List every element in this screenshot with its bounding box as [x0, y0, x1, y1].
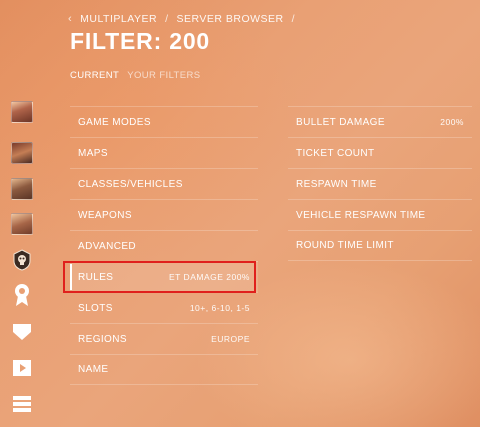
breadcrumb-multiplayer[interactable]: MULTIPLAYER [80, 13, 157, 25]
play-icon[interactable] [10, 356, 33, 379]
chevron-left-icon[interactable]: ‹ [68, 13, 72, 25]
soldier-avatar-2[interactable] [10, 141, 33, 164]
row-label: VEHICLE RESPAWN TIME [296, 209, 426, 221]
tab-current[interactable]: CURRENT [70, 70, 119, 81]
shield-icon[interactable] [10, 320, 33, 343]
breadcrumb-separator: / [165, 13, 169, 25]
rules-detail-list: BULLET DAMAGE 200% TICKET COUNT RESPAWN … [288, 106, 472, 261]
filter-row-rules[interactable]: RULES ET DAMAGE 200% [70, 261, 258, 292]
page-title: FILTER: 200 [70, 28, 211, 54]
filter-tabs: CURRENT YOUR FILTERS [70, 70, 201, 81]
soldier-avatar-3[interactable] [10, 177, 33, 200]
row-label: GAME MODES [78, 116, 151, 128]
row-label: WEAPONS [78, 209, 132, 221]
row-label: CLASSES/VEHICLES [78, 178, 183, 190]
avatar [10, 141, 33, 164]
filter-row-maps[interactable]: MAPS [70, 137, 258, 168]
tab-your-filters[interactable]: YOUR FILTERS [127, 70, 200, 81]
list-icon[interactable] [10, 392, 33, 415]
row-label: TICKET COUNT [296, 147, 375, 159]
filter-row-advanced[interactable]: ADVANCED [70, 230, 258, 261]
rule-row-vehicle-respawn-time[interactable]: VEHICLE RESPAWN TIME [288, 199, 472, 230]
avatar [10, 100, 33, 123]
row-value: 200% [440, 117, 464, 127]
row-label: NAME [78, 364, 109, 375]
breadcrumb: ‹ MULTIPLAYER / SERVER BROWSER / [68, 12, 295, 26]
soldier-avatar-1[interactable] [10, 100, 33, 123]
breadcrumb-server-browser[interactable]: SERVER BROWSER [176, 13, 283, 25]
skull-emblem-icon[interactable] [10, 248, 33, 271]
rule-row-bullet-damage[interactable]: BULLET DAMAGE 200% [288, 106, 472, 137]
row-label: BULLET DAMAGE [296, 116, 385, 128]
filter-row-name[interactable]: NAME [70, 354, 258, 385]
filter-row-game-modes[interactable]: GAME MODES [70, 106, 258, 137]
row-label: ADVANCED [78, 240, 137, 252]
avatar [10, 212, 33, 235]
row-label: ROUND TIME LIMIT [296, 240, 394, 251]
row-label: REGIONS [78, 333, 127, 345]
row-label: RESPAWN TIME [296, 178, 377, 190]
rule-row-respawn-time[interactable]: RESPAWN TIME [288, 168, 472, 199]
filter-category-list: GAME MODES MAPS CLASSES/VEHICLES WEAPONS… [70, 106, 258, 385]
row-value: ET DAMAGE 200% [168, 272, 250, 282]
filter-row-classes-vehicles[interactable]: CLASSES/VEHICLES [70, 168, 258, 199]
rule-row-ticket-count[interactable]: TICKET COUNT [288, 137, 472, 168]
filter-row-slots[interactable]: SLOTS 10+, 6-10, 1-5 [70, 292, 258, 323]
row-label: SLOTS [78, 302, 113, 314]
row-label: RULES [78, 271, 114, 283]
filter-row-weapons[interactable]: WEAPONS [70, 199, 258, 230]
filter-row-regions[interactable]: REGIONS EUROPE [70, 323, 258, 354]
rule-row-round-time-limit[interactable]: ROUND TIME LIMIT [288, 230, 472, 261]
avatar [10, 177, 33, 200]
breadcrumb-separator: / [291, 13, 296, 25]
soldier-avatar-4[interactable] [10, 212, 33, 235]
row-label: MAPS [78, 147, 108, 159]
medal-icon[interactable] [10, 283, 33, 306]
row-value: 10+, 6-10, 1-5 [189, 303, 250, 313]
row-value: EUROPE [211, 334, 250, 344]
sidebar [0, 96, 44, 427]
